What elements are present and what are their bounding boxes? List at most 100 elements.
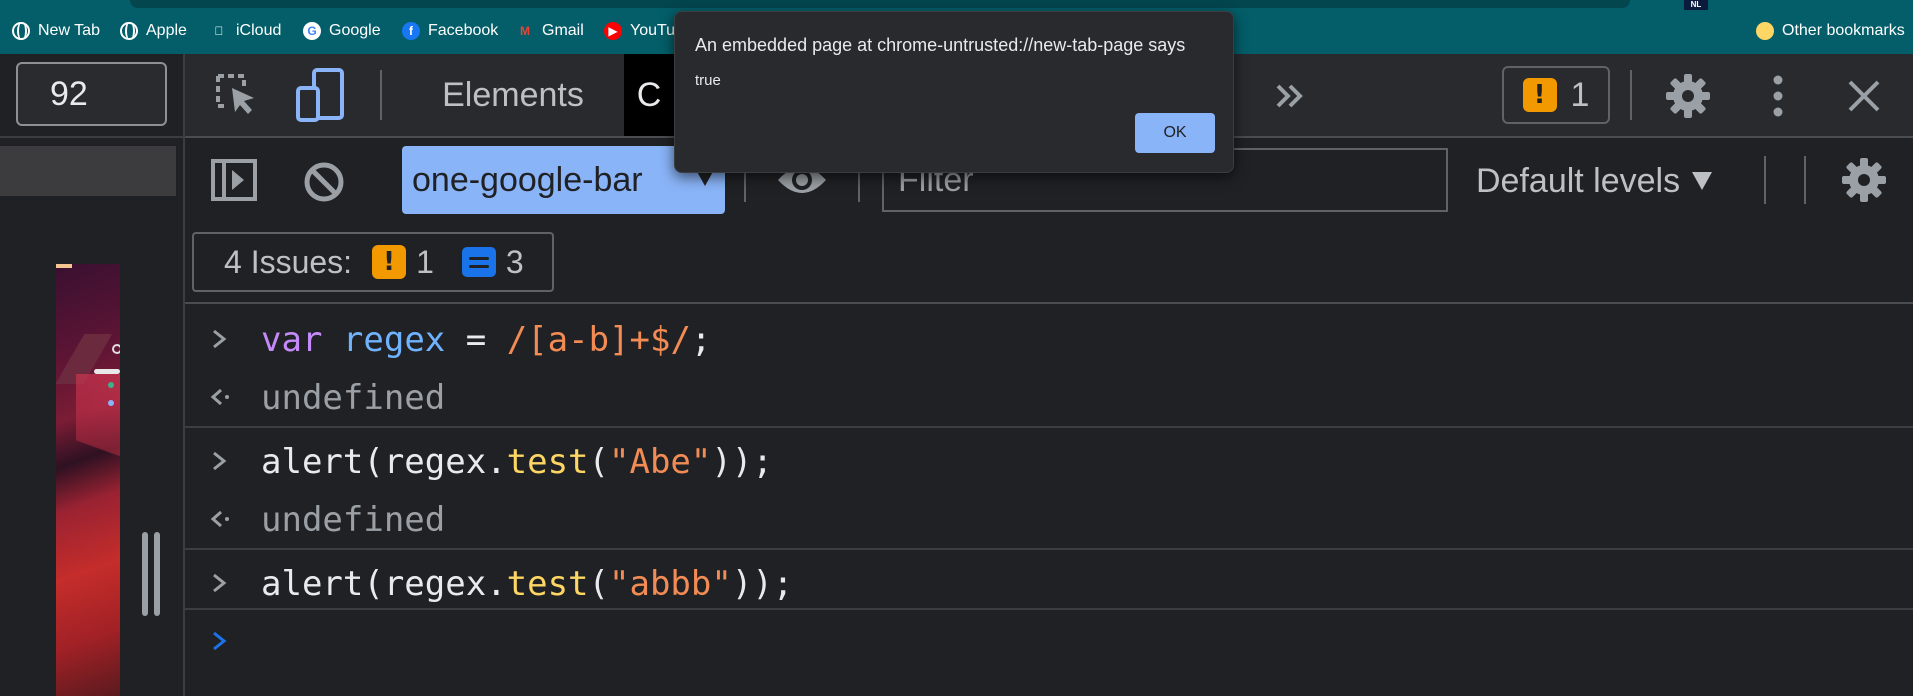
dialog-message: true bbox=[695, 72, 721, 89]
google-icon: G bbox=[303, 22, 321, 40]
show-sidebar-icon[interactable] bbox=[210, 158, 258, 202]
code-token: "Abe" bbox=[609, 442, 712, 482]
divider bbox=[185, 608, 1913, 610]
zoom-level[interactable]: 92 bbox=[16, 62, 167, 126]
active-prompt-chevron-icon bbox=[213, 631, 227, 651]
console-output-line: undefined bbox=[185, 490, 1913, 550]
globe-icon bbox=[120, 22, 138, 40]
bookmark-label: Google bbox=[329, 22, 381, 39]
page-preview bbox=[56, 264, 120, 696]
console-code: alert(regex.test("Abe")); bbox=[261, 442, 773, 482]
bookmark-apple[interactable]: Apple bbox=[120, 19, 187, 43]
code-token: regex bbox=[342, 320, 446, 360]
grip-line bbox=[154, 532, 160, 616]
tab-console[interactable]: C bbox=[624, 54, 674, 136]
console-code: alert(regex.test("abbb")); bbox=[261, 564, 793, 604]
preview-shortcut bbox=[108, 400, 114, 406]
more-options-icon[interactable] bbox=[1768, 74, 1788, 118]
more-tabs-icon[interactable] bbox=[1272, 78, 1308, 114]
info-message-icon bbox=[461, 247, 496, 277]
toolbar-separator bbox=[1804, 156, 1806, 204]
bookmark-google[interactable]: G Google bbox=[303, 19, 381, 43]
console-code: var regex = /[a-b]+$/; bbox=[261, 320, 711, 360]
ok-button[interactable]: OK bbox=[1135, 113, 1215, 153]
code-token: "abbb" bbox=[609, 564, 732, 604]
settings-gear-icon[interactable] bbox=[1664, 72, 1712, 120]
address-bar-edge[interactable] bbox=[130, 0, 1630, 8]
warning-icon: ! bbox=[1522, 78, 1557, 112]
divider bbox=[0, 136, 183, 138]
output-return-icon bbox=[210, 510, 229, 528]
toolbar-separator bbox=[1764, 156, 1766, 204]
console-input-line: alert(regex.test("abbb")); bbox=[185, 554, 1913, 614]
device-toolbar-icon[interactable] bbox=[296, 68, 344, 122]
page-viewport: 92 bbox=[0, 54, 183, 696]
bookmark-icloud[interactable]:  iCloud bbox=[210, 19, 282, 43]
bookmark-label: iCloud bbox=[236, 22, 282, 39]
code-token: )); bbox=[731, 564, 794, 604]
code-token: /[a-b]+$/ bbox=[506, 320, 691, 360]
folder-icon bbox=[1756, 22, 1774, 40]
facebook-icon: f bbox=[402, 22, 420, 40]
close-icon[interactable] bbox=[1846, 78, 1882, 114]
code-token: ; bbox=[690, 320, 712, 360]
code-token: ( bbox=[588, 442, 610, 482]
issues-label: 4 Issues: bbox=[224, 243, 353, 280]
toolbar-separator bbox=[1630, 70, 1632, 120]
console-prompt[interactable] bbox=[185, 612, 1913, 672]
dialog-title: An embedded page at chrome-untrusted://n… bbox=[695, 35, 1186, 55]
alert-dialog: An embedded page at chrome-untrusted://n… bbox=[674, 11, 1234, 173]
console-output-line: undefined bbox=[185, 368, 1913, 428]
bookmark-label: YouTu bbox=[630, 22, 676, 39]
bookmark-label: New Tab bbox=[38, 22, 100, 39]
code-token: alert(regex. bbox=[261, 442, 507, 482]
tab-elements[interactable]: Elements bbox=[420, 54, 606, 136]
code-token: )); bbox=[711, 442, 773, 482]
console-result: undefined bbox=[261, 378, 446, 418]
bookmark-new-tab[interactable]: New Tab bbox=[12, 19, 100, 43]
input-prompt-chevron-icon bbox=[213, 451, 227, 471]
console-input-line: var regex = /[a-b]+$/; bbox=[185, 310, 1913, 370]
issues-summary-button[interactable]: 4 Issues: ! 1 3 bbox=[192, 232, 554, 292]
output-return-icon bbox=[210, 388, 229, 406]
page-header-strip bbox=[0, 146, 176, 196]
console-settings-gear-icon[interactable] bbox=[1840, 156, 1888, 204]
clear-console-icon[interactable] bbox=[302, 160, 346, 204]
console-result: undefined bbox=[261, 500, 446, 540]
preview-topbar bbox=[56, 264, 72, 268]
code-token: test bbox=[506, 442, 589, 482]
levels-label: Default levels bbox=[1476, 161, 1681, 200]
youtube-icon: ▶ bbox=[604, 22, 622, 40]
globe-icon bbox=[12, 22, 30, 40]
bookmark-facebook[interactable]: f Facebook bbox=[402, 19, 498, 43]
log-levels-dropdown[interactable]: Default levels bbox=[1476, 156, 1713, 206]
inspect-element-icon[interactable] bbox=[214, 72, 260, 118]
warning-icon: ! bbox=[372, 245, 407, 279]
context-label: one-google-bar bbox=[412, 160, 643, 199]
bookmark-youtube[interactable]: ▶ YouTu bbox=[604, 19, 675, 43]
grip-line bbox=[142, 532, 148, 616]
code-token: alert(regex. bbox=[261, 564, 507, 604]
bookmark-label: Apple bbox=[146, 22, 187, 39]
issues-count: 1 bbox=[1570, 75, 1590, 114]
divider bbox=[185, 426, 1913, 428]
bookmark-gmail[interactable]: M Gmail bbox=[516, 19, 584, 43]
divider bbox=[185, 548, 1913, 550]
resize-handle[interactable] bbox=[142, 532, 160, 616]
preview-shortcut bbox=[108, 382, 114, 388]
bookmark-label: Gmail bbox=[542, 22, 584, 39]
input-prompt-chevron-icon bbox=[213, 573, 227, 593]
profile-badge: NL bbox=[1684, 0, 1708, 10]
bookmark-other[interactable]: Other bookmarks bbox=[1756, 19, 1905, 43]
issues-counter-button[interactable]: ! 1 bbox=[1502, 66, 1610, 124]
preview-logo bbox=[112, 344, 120, 354]
info-count: 3 bbox=[505, 243, 524, 280]
code-token: = bbox=[445, 320, 507, 360]
code-token: ( bbox=[588, 564, 610, 604]
code-token: var bbox=[261, 320, 323, 360]
input-prompt-chevron-icon bbox=[213, 329, 227, 349]
bookmark-label: Facebook bbox=[428, 22, 499, 39]
preview-searchbox bbox=[94, 369, 120, 374]
warning-count: 1 bbox=[416, 243, 434, 280]
